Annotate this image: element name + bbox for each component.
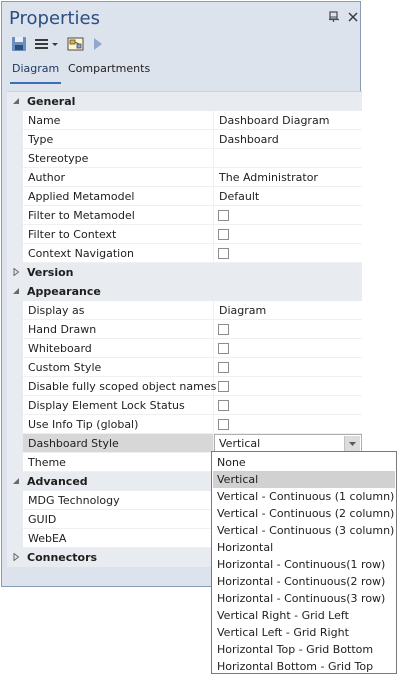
dropdown-option[interactable]: Horizontal <box>213 539 395 556</box>
context-navigation-checkbox[interactable] <box>218 248 229 259</box>
prop-row-author[interactable]: Author The Administrator <box>7 168 362 187</box>
filter-to-context-checkbox[interactable] <box>218 229 229 240</box>
dropdown-option[interactable]: Horizontal - Continuous(2 row) <box>213 573 395 590</box>
dropdown-option[interactable]: Vertical - Continuous (3 column) <box>213 522 395 539</box>
prop-theme-label: Theme <box>28 456 66 469</box>
prop-row-disable-scoped-names[interactable]: Disable fully scoped object names <box>7 377 362 396</box>
filter-to-metamodel-checkbox[interactable] <box>218 210 229 221</box>
prop-filter-to-metamodel-label: Filter to Metamodel <box>28 209 135 222</box>
use-info-tip-checkbox[interactable] <box>218 419 229 430</box>
prop-filter-to-context-label: Filter to Context <box>28 228 117 241</box>
tab-bar: Diagram Compartments <box>2 58 360 86</box>
expand-arrow-icon[interactable] <box>12 268 20 276</box>
prop-row-filter-to-context[interactable]: Filter to Context <box>7 225 362 244</box>
dropdown-option[interactable]: Horizontal Top - Grid Bottom <box>213 641 395 658</box>
group-appearance[interactable]: Appearance <box>7 282 362 301</box>
group-version-label: Version <box>27 266 74 279</box>
dropdown-option[interactable]: Horizontal Bottom - Grid Top <box>213 658 395 675</box>
prop-row-applied-metamodel[interactable]: Applied Metamodel Default <box>7 187 362 206</box>
dropdown-option[interactable]: Vertical - Continuous (2 column) <box>213 505 395 522</box>
prop-display-lock-status-label: Display Element Lock Status <box>28 399 185 412</box>
display-lock-status-checkbox[interactable] <box>218 400 229 411</box>
prop-name-label: Name <box>28 114 61 127</box>
prop-author-label: Author <box>28 171 66 184</box>
prop-webea-label: WebEA <box>28 532 67 545</box>
dropdown-option-selected[interactable]: Vertical <box>213 471 395 488</box>
prop-row-whiteboard[interactable]: Whiteboard <box>7 339 362 358</box>
close-icon[interactable] <box>347 11 359 23</box>
prop-display-as-value[interactable]: Diagram <box>219 304 266 317</box>
save-icon[interactable] <box>11 36 27 54</box>
title-bar: Properties <box>2 2 360 34</box>
prop-row-hand-drawn[interactable]: Hand Drawn <box>7 320 362 339</box>
dashboard-style-dropdown-list: None Vertical Vertical - Continuous (1 c… <box>211 451 397 674</box>
prop-row-display-lock-status[interactable]: Display Element Lock Status <box>7 396 362 415</box>
prop-row-use-info-tip[interactable]: Use Info Tip (global) <box>7 415 362 434</box>
prop-display-as-label: Display as <box>28 304 85 317</box>
play-icon[interactable] <box>92 36 104 54</box>
expand-arrow-icon[interactable] <box>12 553 20 561</box>
dropdown-option[interactable]: Horizontal - Continuous(3 row) <box>213 590 395 607</box>
menu-icon[interactable] <box>34 36 60 54</box>
disable-scoped-names-checkbox[interactable] <box>218 381 229 392</box>
collapse-arrow-icon[interactable] <box>12 287 20 295</box>
prop-custom-style-label: Custom Style <box>28 361 102 374</box>
group-connectors-label: Connectors <box>27 551 98 564</box>
prop-dashboard-style-label: Dashboard Style <box>28 437 119 450</box>
prop-row-name[interactable]: Name Dashboard Diagram <box>7 111 362 130</box>
tab-diagram[interactable]: Diagram <box>10 60 62 84</box>
prop-row-stereotype[interactable]: Stereotype <box>7 149 362 168</box>
dropdown-option[interactable]: Horizontal - Continuous(1 row) <box>213 556 395 573</box>
collapse-arrow-icon[interactable] <box>12 97 20 105</box>
prop-name-value[interactable]: Dashboard Diagram <box>219 114 329 127</box>
prop-row-custom-style[interactable]: Custom Style <box>7 358 362 377</box>
diagram-properties-icon[interactable] <box>67 36 85 54</box>
dropdown-option[interactable]: Vertical Left - Grid Right <box>213 624 395 641</box>
prop-use-info-tip-label: Use Info Tip (global) <box>28 418 139 431</box>
dropdown-option[interactable]: Vertical Right - Grid Left <box>213 607 395 624</box>
dropdown-option[interactable]: None <box>213 454 395 471</box>
prop-row-display-as[interactable]: Display as Diagram <box>7 301 362 320</box>
prop-disable-scoped-names-label: Disable fully scoped object names <box>28 380 217 393</box>
prop-applied-metamodel-label: Applied Metamodel <box>28 190 135 203</box>
prop-row-filter-to-metamodel[interactable]: Filter to Metamodel <box>7 206 362 225</box>
prop-context-navigation-label: Context Navigation <box>28 247 134 260</box>
prop-guid-label: GUID <box>28 513 57 526</box>
group-general-label: General <box>27 95 76 108</box>
group-version[interactable]: Version <box>7 263 362 282</box>
pin-window-icon[interactable] <box>328 11 340 23</box>
prop-hand-drawn-label: Hand Drawn <box>28 323 97 336</box>
toolbar <box>2 34 360 56</box>
prop-author-value[interactable]: The Administrator <box>219 171 318 184</box>
prop-row-context-navigation[interactable]: Context Navigation <box>7 244 362 263</box>
window-title: Properties <box>9 8 100 29</box>
prop-whiteboard-label: Whiteboard <box>28 342 92 355</box>
hand-drawn-checkbox[interactable] <box>218 324 229 335</box>
dropdown-arrow-button[interactable] <box>344 436 360 451</box>
group-appearance-label: Appearance <box>27 285 101 298</box>
whiteboard-checkbox[interactable] <box>218 343 229 354</box>
tab-compartments[interactable]: Compartments <box>66 60 152 82</box>
prop-stereotype-label: Stereotype <box>28 152 89 165</box>
collapse-arrow-icon[interactable] <box>12 477 20 485</box>
prop-applied-metamodel-value[interactable]: Default <box>219 190 259 203</box>
group-general[interactable]: General <box>7 92 362 111</box>
dropdown-option[interactable]: Vertical - Continuous (1 column) <box>213 488 395 505</box>
custom-style-checkbox[interactable] <box>218 362 229 373</box>
prop-type-label: Type <box>28 133 54 146</box>
chevron-down-icon <box>349 442 356 446</box>
prop-mdg-technology-label: MDG Technology <box>28 494 120 507</box>
prop-type-value[interactable]: Dashboard <box>219 133 279 146</box>
prop-row-type[interactable]: Type Dashboard <box>7 130 362 149</box>
group-advanced-label: Advanced <box>27 475 88 488</box>
dashboard-style-value: Vertical <box>219 437 261 450</box>
